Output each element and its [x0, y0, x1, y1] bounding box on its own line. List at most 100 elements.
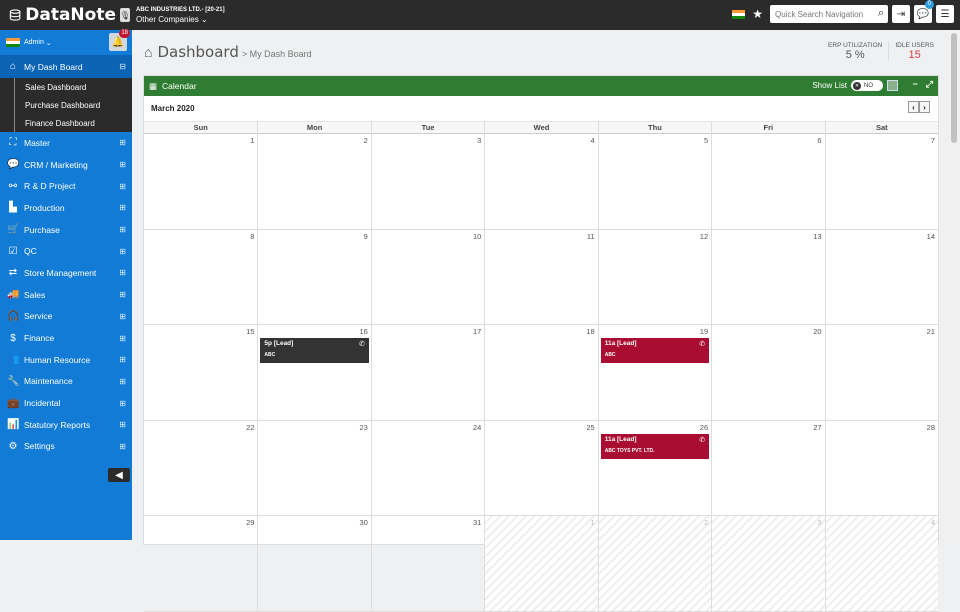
- day-number[interactable]: 6: [817, 136, 821, 145]
- expand-icon[interactable]: ⊞: [119, 355, 126, 364]
- calendar-day-cell[interactable]: 17: [370, 325, 485, 421]
- calendar-day-cell[interactable]: 8: [144, 230, 258, 325]
- expand-icon[interactable]: ⊞: [119, 225, 126, 234]
- india-flag-icon[interactable]: [732, 9, 746, 19]
- chat-button[interactable]: 💬 0: [914, 0, 934, 23]
- day-number[interactable]: 4: [591, 136, 595, 145]
- calendar-day-cell[interactable]: 29: [144, 516, 258, 612]
- calendar-day-cell[interactable]: 1: [144, 134, 258, 230]
- collapse-icon[interactable]: ⊟: [119, 62, 126, 71]
- calendar-day-cell[interactable]: 2: [257, 134, 371, 230]
- calendar-day-cell[interactable]: 20: [711, 325, 825, 421]
- sidebar-item-sales[interactable]: 🚚 Sales ⊞: [0, 284, 132, 306]
- company-selector[interactable]: ABC INDUSTRIES LTD.- [20-21] Other Compa…: [136, 5, 225, 25]
- calendar-day-cell[interactable]: 10: [370, 229, 485, 325]
- sidebar-item-incidental[interactable]: 💼 Incidental ⊞: [0, 392, 132, 414]
- search-icon[interactable]: ⌕: [878, 7, 884, 20]
- sidebar-item-production[interactable]: ▙ Production ⊞: [0, 197, 132, 219]
- calendar-day-cell[interactable]: 13: [711, 229, 825, 325]
- calendar-day-cell[interactable]: 25: [484, 420, 598, 516]
- calendar-day-cell[interactable]: 4: [824, 516, 938, 612]
- calendar-day-cell[interactable]: 4: [484, 134, 598, 230]
- calendar-day-cell[interactable]: 24: [370, 420, 485, 516]
- menu-button[interactable]: ☰: [936, 5, 954, 23]
- calendar-day-cell[interactable]: 15: [144, 325, 258, 421]
- day-number[interactable]: 27: [813, 423, 821, 432]
- sidebar-subitem-finance-dashboard[interactable]: Finance Dashboard: [0, 114, 132, 132]
- day-number[interactable]: 28: [927, 423, 935, 432]
- calendar-day-cell[interactable]: 1: [484, 516, 598, 612]
- sidebar-item-statutory-reports[interactable]: 📊 Statutory Reports ⊞: [0, 414, 132, 436]
- day-number[interactable]: 26: [700, 423, 708, 432]
- calendar-day-cell[interactable]: 28: [824, 420, 938, 516]
- calendar-event[interactable]: 11a [Lead] ABC ✆: [600, 338, 710, 363]
- calendar-day-cell[interactable]: 11: [484, 229, 598, 325]
- calendar-day-cell[interactable]: 3: [370, 134, 485, 230]
- day-number[interactable]: 1: [250, 136, 254, 145]
- day-number[interactable]: 4: [931, 518, 935, 527]
- minimize-icon[interactable]: −: [913, 79, 918, 90]
- sidebar-item-my-dash-board[interactable]: ⌂ My Dash Board ⊟: [0, 55, 132, 78]
- day-number[interactable]: 22: [246, 423, 254, 432]
- day-number[interactable]: 29: [246, 518, 254, 527]
- expand-icon[interactable]: ⊞: [119, 182, 126, 191]
- calendar-day-cell[interactable]: 18: [484, 325, 598, 421]
- color-swatch[interactable]: [887, 80, 898, 91]
- calendar-day-cell[interactable]: 14: [824, 229, 938, 325]
- sidebar-item-qc[interactable]: ☑ QC ⊞: [0, 240, 132, 262]
- day-number[interactable]: 19: [700, 327, 708, 336]
- sidebar-item-r-d-project[interactable]: ⚯ R & D Project ⊞: [0, 175, 132, 197]
- day-number[interactable]: 31: [473, 518, 481, 527]
- calendar-day-cell[interactable]: 3: [711, 516, 825, 612]
- day-number[interactable]: 21: [927, 327, 935, 336]
- day-number[interactable]: 16: [360, 327, 368, 336]
- day-number[interactable]: 2: [704, 518, 708, 527]
- expand-icon[interactable]: ⊞: [119, 420, 126, 429]
- day-number[interactable]: 3: [477, 136, 481, 145]
- day-number[interactable]: 1: [591, 518, 595, 527]
- sidebar-item-service[interactable]: 🎧 Service ⊞: [0, 306, 132, 328]
- calendar-day-cell[interactable]: 22: [144, 421, 258, 516]
- scrollbar-thumb[interactable]: [951, 33, 957, 143]
- expand-icon[interactable]: ⊞: [119, 138, 126, 147]
- day-number[interactable]: 13: [813, 232, 821, 241]
- day-number[interactable]: 14: [927, 232, 935, 241]
- expand-icon[interactable]: ⊞: [119, 399, 126, 408]
- day-number[interactable]: 24: [473, 423, 481, 432]
- sidebar-item-finance[interactable]: $ Finance ⊞: [0, 327, 132, 349]
- notification-button[interactable]: 🔔 18: [109, 29, 130, 51]
- calendar-day-cell[interactable]: 5: [597, 134, 712, 230]
- expand-icon[interactable]: ⊞: [119, 377, 126, 386]
- day-number[interactable]: 5: [704, 136, 708, 145]
- day-number[interactable]: 8: [250, 232, 254, 241]
- day-number[interactable]: 7: [931, 136, 935, 145]
- day-number[interactable]: 11: [587, 232, 595, 241]
- calendar-day-cell[interactable]: 26 11a [Lead] ABC TOYS PVT. LTD. ✆: [597, 420, 712, 516]
- calendar-day-cell[interactable]: 19 11a [Lead] ABC ✆: [597, 325, 712, 421]
- day-number[interactable]: 17: [473, 327, 481, 336]
- sidebar-collapse-button[interactable]: ◀: [108, 468, 130, 482]
- sidebar-subitem-purchase-dashboard[interactable]: Purchase Dashboard: [0, 96, 132, 114]
- show-list-toggle[interactable]: ✕ NO: [851, 80, 883, 91]
- prev-month-button[interactable]: ‹: [908, 101, 919, 113]
- calendar-day-cell[interactable]: 30: [257, 516, 371, 612]
- logout-button[interactable]: ⇥: [892, 5, 910, 23]
- calendar-event[interactable]: 11a [Lead] ABC TOYS PVT. LTD. ✆: [600, 433, 710, 459]
- star-icon[interactable]: ★: [752, 7, 763, 21]
- expand-icon[interactable]: ⊞: [119, 290, 126, 299]
- expand-icon[interactable]: ⊞: [119, 442, 126, 451]
- calendar-day-cell[interactable]: 27: [711, 420, 825, 516]
- app-logo[interactable]: DataNote: [0, 0, 116, 30]
- calendar-day-cell[interactable]: 23: [257, 420, 371, 516]
- calendar-day-cell[interactable]: 16 5p [Lead] ABC ✆: [257, 325, 371, 421]
- day-number[interactable]: 18: [586, 327, 594, 336]
- sidebar-item-store-management[interactable]: ⇄ Store Management ⊞: [0, 262, 132, 284]
- day-number[interactable]: 10: [473, 232, 481, 241]
- sidebar-item-master[interactable]: ⛶ Master ⊞: [0, 132, 132, 154]
- day-number[interactable]: 3: [817, 518, 821, 527]
- expand-icon[interactable]: ⤢: [926, 79, 933, 90]
- expand-icon[interactable]: ⊞: [119, 203, 126, 212]
- user-menu[interactable]: Admin ⌄ 🔔 18: [0, 29, 132, 55]
- day-number[interactable]: 20: [813, 327, 821, 336]
- day-number[interactable]: 25: [586, 423, 594, 432]
